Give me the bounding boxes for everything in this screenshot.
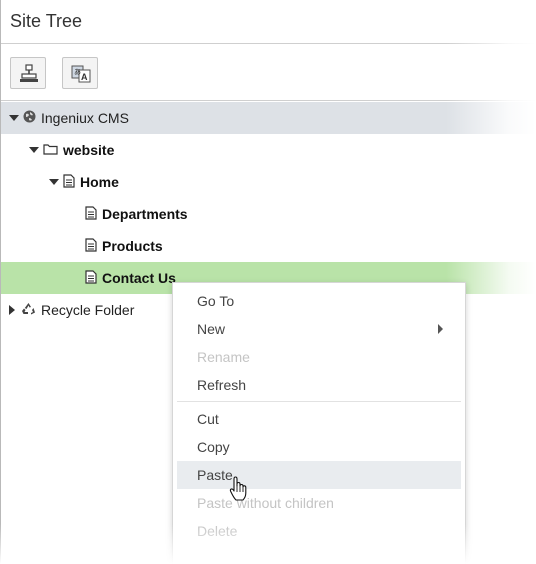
globe-icon	[23, 110, 36, 126]
recycle-icon	[21, 302, 36, 319]
translate-button[interactable]: A あ	[62, 57, 98, 89]
tree-node-label: Products	[102, 238, 163, 254]
menu-item-new[interactable]: New	[177, 315, 461, 343]
menu-item-rename: Rename	[197, 349, 250, 365]
page-icon	[85, 269, 97, 287]
tree-row-root[interactable]: Ingeniux CMS	[1, 102, 536, 134]
menu-item-cut[interactable]: Cut	[177, 405, 461, 433]
tree-node-label: Ingeniux CMS	[41, 110, 129, 126]
tree-node-ingeniux-cms[interactable]: Ingeniux CMS	[9, 102, 129, 134]
panel-title: Site Tree	[10, 11, 83, 31]
panel-header: Site Tree	[1, 0, 536, 44]
toolbar-divider	[1, 100, 536, 101]
tree-node-label: Recycle Folder	[41, 302, 135, 318]
tree-row-website[interactable]: website	[1, 134, 536, 166]
menu-item-label: New	[197, 321, 226, 337]
menu-item-paste-without-children: Paste without children	[197, 495, 334, 511]
expand-arrow-icon[interactable]	[49, 179, 59, 185]
svg-text:あ: あ	[74, 68, 81, 76]
tree-row-home[interactable]: Home	[1, 166, 536, 198]
tree-node-home[interactable]: Home	[49, 166, 119, 198]
tree-row-products[interactable]: Products	[1, 230, 536, 262]
menu-item-copy[interactable]: Copy	[177, 433, 461, 461]
expand-arrow-icon[interactable]	[9, 115, 19, 121]
svg-text:A: A	[81, 72, 88, 82]
menu-item-go-to[interactable]: Go To	[177, 287, 461, 315]
tree-node-departments[interactable]: Departments	[85, 198, 188, 230]
context-menu: Go To New Rename Refresh Cut Copy Paste …	[172, 282, 466, 564]
menu-item-paste[interactable]: Paste	[177, 461, 461, 489]
expand-arrow-icon[interactable]	[29, 147, 39, 153]
tree-node-label: Departments	[102, 206, 188, 222]
tree-node-website[interactable]: website	[29, 134, 114, 166]
tree-node-recycle-folder[interactable]: Recycle Folder	[9, 294, 134, 326]
menu-item-refresh[interactable]: Refresh	[177, 371, 461, 399]
tree-node-contact-us[interactable]: Contact Us	[85, 262, 176, 294]
folder-icon	[43, 142, 58, 158]
menu-separator	[177, 401, 461, 402]
page-icon	[85, 237, 97, 255]
tree-row-departments[interactable]: Departments	[1, 198, 536, 230]
submenu-arrow-icon	[438, 324, 443, 334]
page-icon	[63, 173, 75, 191]
expand-arrow-icon[interactable]	[9, 305, 15, 315]
check-in-button[interactable]	[10, 57, 46, 89]
tree-node-products[interactable]: Products	[85, 230, 163, 262]
tree-node-label: Contact Us	[102, 270, 176, 286]
menu-item-delete: Delete	[197, 523, 238, 539]
site-tree-panel: Site Tree A あ Ingeniux CMS website Home …	[0, 0, 536, 564]
tree-node-label: Home	[80, 174, 119, 190]
hand-cursor-icon	[229, 476, 249, 507]
page-icon	[85, 205, 97, 223]
tree-node-label: website	[63, 142, 115, 158]
